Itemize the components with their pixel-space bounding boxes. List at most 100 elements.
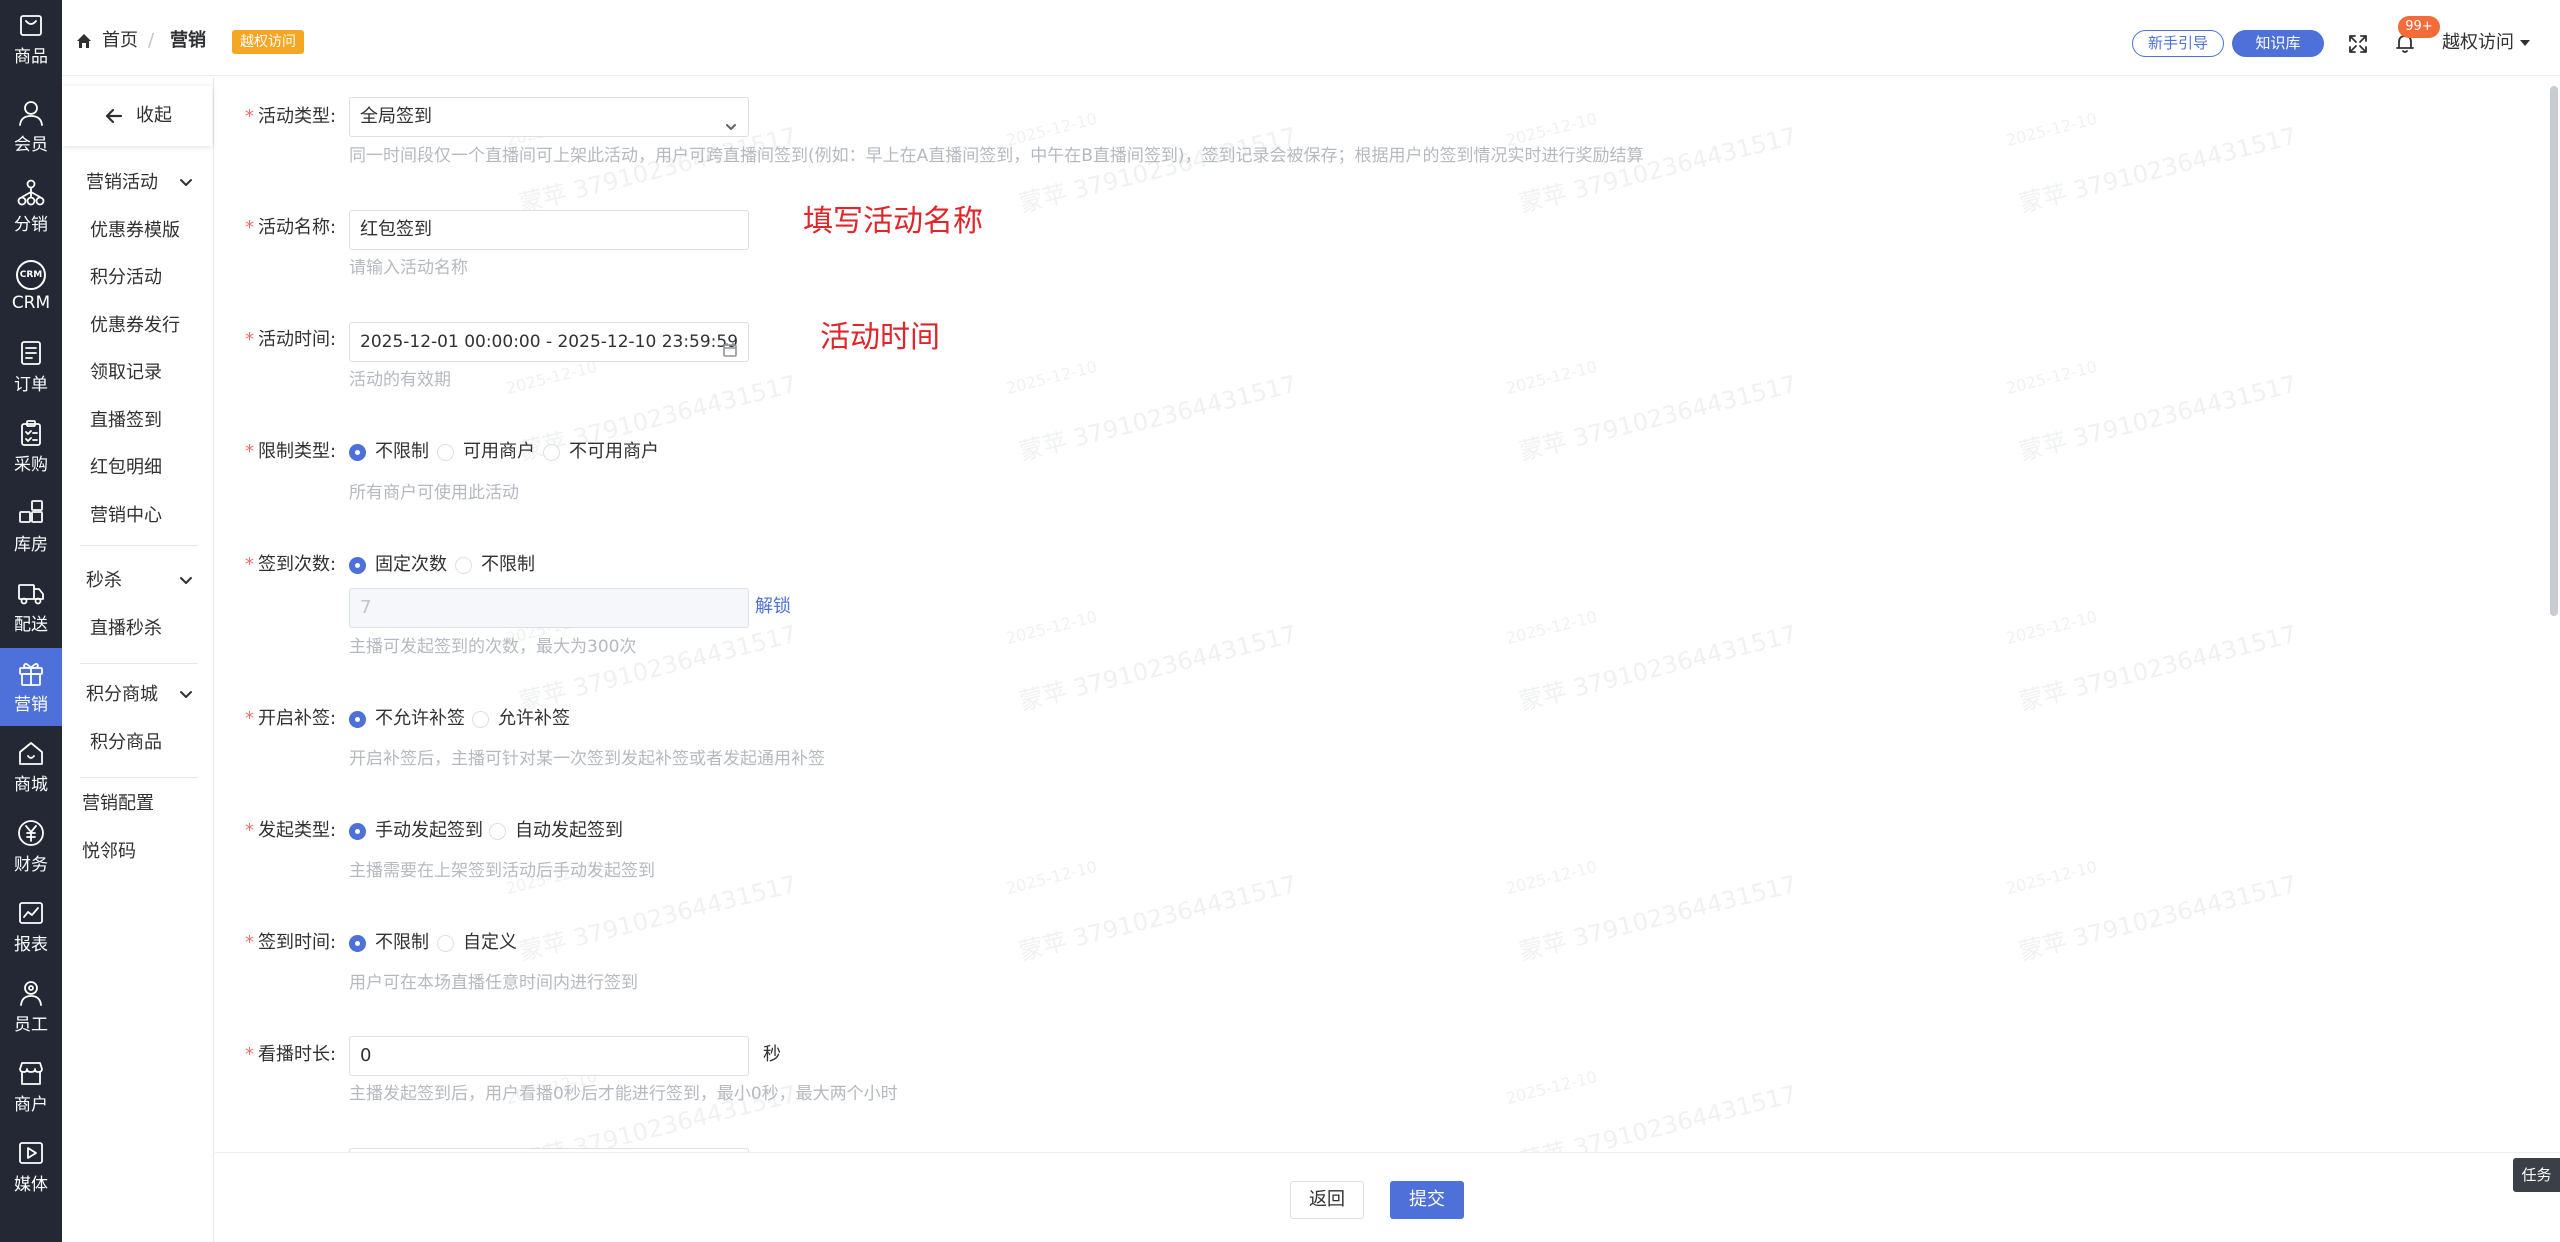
sign-time-radio-custom[interactable]: 自定义 [437, 930, 517, 956]
rail-item-member[interactable]: 会员 [0, 88, 62, 166]
limit-type-help: 所有商户可使用此活动 [349, 483, 519, 503]
back-button[interactable]: 返回 [1290, 1181, 1364, 1219]
menu-group-points-mall[interactable]: 积分商城 [86, 682, 158, 708]
rail-item-warehouse[interactable]: 库房 [0, 488, 62, 566]
calendar-icon [722, 334, 738, 357]
watermark-date: 2025-12-10 [1504, 857, 1599, 898]
rail-item-mall[interactable]: 商城 [0, 728, 62, 806]
rail-item-delivery[interactable]: 配送 [0, 568, 62, 646]
menu-item-live-flash-sale[interactable]: 直播秒杀 [90, 616, 162, 642]
makeup-radio-disallow[interactable]: 不允许补签 [349, 706, 465, 732]
menu-item-points-activity[interactable]: 积分活动 [90, 265, 162, 291]
activity-name-label: * 活动名称: [245, 217, 337, 238]
clipboard-icon [16, 418, 46, 452]
rail-item-goods[interactable]: 商品 [0, 0, 62, 78]
scrollbar-thumb[interactable] [2550, 86, 2558, 616]
rail-label: 配送 [14, 615, 48, 635]
watermark-text: 蒙苹 3791023644315​17 [1516, 369, 1800, 466]
rail-item-distribution[interactable]: 分销 [0, 168, 62, 246]
gift-icon [16, 658, 46, 692]
user-icon [16, 98, 46, 132]
grid-icon [16, 498, 46, 532]
user-menu[interactable]: 越权访问 [2442, 30, 2514, 56]
rail-item-merchant[interactable]: 商户 [0, 1048, 62, 1126]
sign-time-radio-unlimited[interactable]: 不限制 [349, 930, 429, 956]
shop-icon [16, 1058, 46, 1092]
menu-item-points-goods[interactable]: 积分商品 [90, 730, 162, 756]
watermark-text: 蒙苹 3791023644315​17 [2016, 121, 2300, 218]
watermark-text: 蒙苹 3791023644315​17 [2016, 619, 2300, 716]
rail-item-purchase[interactable]: 采购 [0, 408, 62, 486]
rail-item-staff[interactable]: 员工 [0, 968, 62, 1046]
activity-type-select[interactable]: 全局签到 [349, 97, 749, 137]
limit-type-radio-denied[interactable]: 不可用商户 [543, 439, 659, 465]
rail-label: 商户 [14, 1095, 48, 1115]
menu-item-live-sign-in[interactable]: 直播签到 [90, 408, 162, 434]
watermark-text: 蒙苹 3791023644315​17 [1016, 869, 1300, 966]
rail-item-marketing[interactable]: 营销 [0, 648, 62, 726]
menu-item-coupon-issue[interactable]: 优惠券发行 [90, 313, 180, 339]
guide-button[interactable]: 新手引导 [2132, 30, 2224, 57]
menu-group-marketing[interactable]: 营销活动 [86, 170, 158, 196]
document-icon [16, 338, 46, 372]
watermark-text: 蒙苹 3791023644315​17 [516, 619, 800, 716]
menu-item-claim-record[interactable]: 领取记录 [90, 360, 162, 386]
radio-dot [349, 711, 366, 728]
makeup-radio-allow[interactable]: 允许补签 [472, 706, 570, 732]
caret-down-icon[interactable] [2520, 40, 2530, 46]
sign-time-help: 用户可在本场直播任意时间内进行签到 [349, 973, 638, 993]
activity-time-range-picker[interactable]: 2025-12-01 00:00:00 - 2025-12-10 23:59:5… [349, 322, 749, 362]
sign-count-radio-unlimited[interactable]: 不限制 [455, 552, 535, 578]
watermark-date: 2025-12-10 [1504, 607, 1599, 648]
form-footer: 返回 提交 [215, 1152, 2560, 1242]
task-tab[interactable]: 任务 [2513, 1158, 2560, 1192]
watermark-text: 蒙苹 3791023644315​17 [2016, 369, 2300, 466]
limit-type-radio-unlimited[interactable]: 不限制 [349, 439, 429, 465]
watch-time-input[interactable]: 0 [349, 1036, 749, 1076]
activity-time-value: 2025-12-01 00:00:00 - 2025-12-10 23:59:5… [360, 332, 739, 352]
rail-label: 商城 [14, 775, 48, 795]
submit-button[interactable]: 提交 [1390, 1181, 1464, 1219]
rail-item-order[interactable]: 订单 [0, 328, 62, 406]
rail-item-report[interactable]: 报表 [0, 888, 62, 966]
watch-time-help: 主播发起签到后，用户看播0秒后才能进行签到，最小0秒，最大两个小时 [349, 1084, 898, 1104]
menu-item-red-packet-detail[interactable]: 红包明细 [90, 455, 162, 481]
collapse-button[interactable]: 收起 [62, 86, 212, 146]
rail-item-media[interactable]: 媒体 [0, 1128, 62, 1206]
chevron-down-icon[interactable] [178, 175, 194, 191]
sign-count-radio-fixed[interactable]: 固定次数 [349, 552, 447, 578]
menu-group-flash-sale[interactable]: 秒杀 [86, 568, 122, 594]
menu-item-marketing-center[interactable]: 营销中心 [90, 503, 162, 529]
breadcrumb-current: 营销 [170, 30, 206, 51]
limit-type-label: * 限制类型: [245, 441, 337, 462]
home-icon[interactable] [76, 33, 92, 49]
breadcrumb-home[interactable]: 首页 [102, 28, 138, 54]
watermark-text: 蒙苹 3791023644315​17 [1516, 869, 1800, 966]
activity-name-input[interactable]: 红包签到 [349, 210, 749, 250]
menu-item-marketing-config[interactable]: 营销配置 [82, 791, 154, 817]
launch-type-radio-manual[interactable]: 手动发起签到 [349, 818, 483, 844]
chevron-down-icon[interactable] [178, 573, 194, 589]
unlock-link[interactable]: 解锁 [755, 594, 791, 620]
fullscreen-icon[interactable] [2348, 34, 2368, 54]
activity-time-annotation: 活动时间 [820, 320, 940, 355]
menu-item-neighbor-code[interactable]: 悦邻码 [82, 839, 136, 865]
limit-type-radio-allowed[interactable]: 可用商户 [437, 439, 535, 465]
employee-icon [16, 978, 46, 1012]
chevron-down-icon[interactable] [178, 687, 194, 703]
activity-type-label: * 活动类型: [245, 106, 337, 127]
launch-type-radio-auto[interactable]: 自动发起签到 [489, 818, 623, 844]
knowledge-base-button[interactable]: 知识库 [2232, 30, 2324, 57]
makeup-label: * 开启补签: [245, 708, 337, 729]
watermark-text: 蒙苹 3791023644315​17 [1016, 619, 1300, 716]
menu-divider [80, 777, 198, 778]
watch-time-unit: 秒 [763, 1044, 781, 1065]
breadcrumb-separator: / [148, 30, 155, 51]
menu-item-coupon-template[interactable]: 优惠券模版 [90, 218, 180, 244]
rail-label: 库房 [14, 535, 48, 555]
form-area: 2025-12-10 蒙苹 3791023644315​17 2025-12-1… [215, 78, 2545, 1152]
rail-item-crm[interactable]: CRM CRM [0, 248, 62, 326]
sign-count-input[interactable]: 7 [349, 588, 749, 628]
rail-label: 媒体 [14, 1175, 48, 1195]
rail-item-finance[interactable]: 财务 [0, 808, 62, 886]
